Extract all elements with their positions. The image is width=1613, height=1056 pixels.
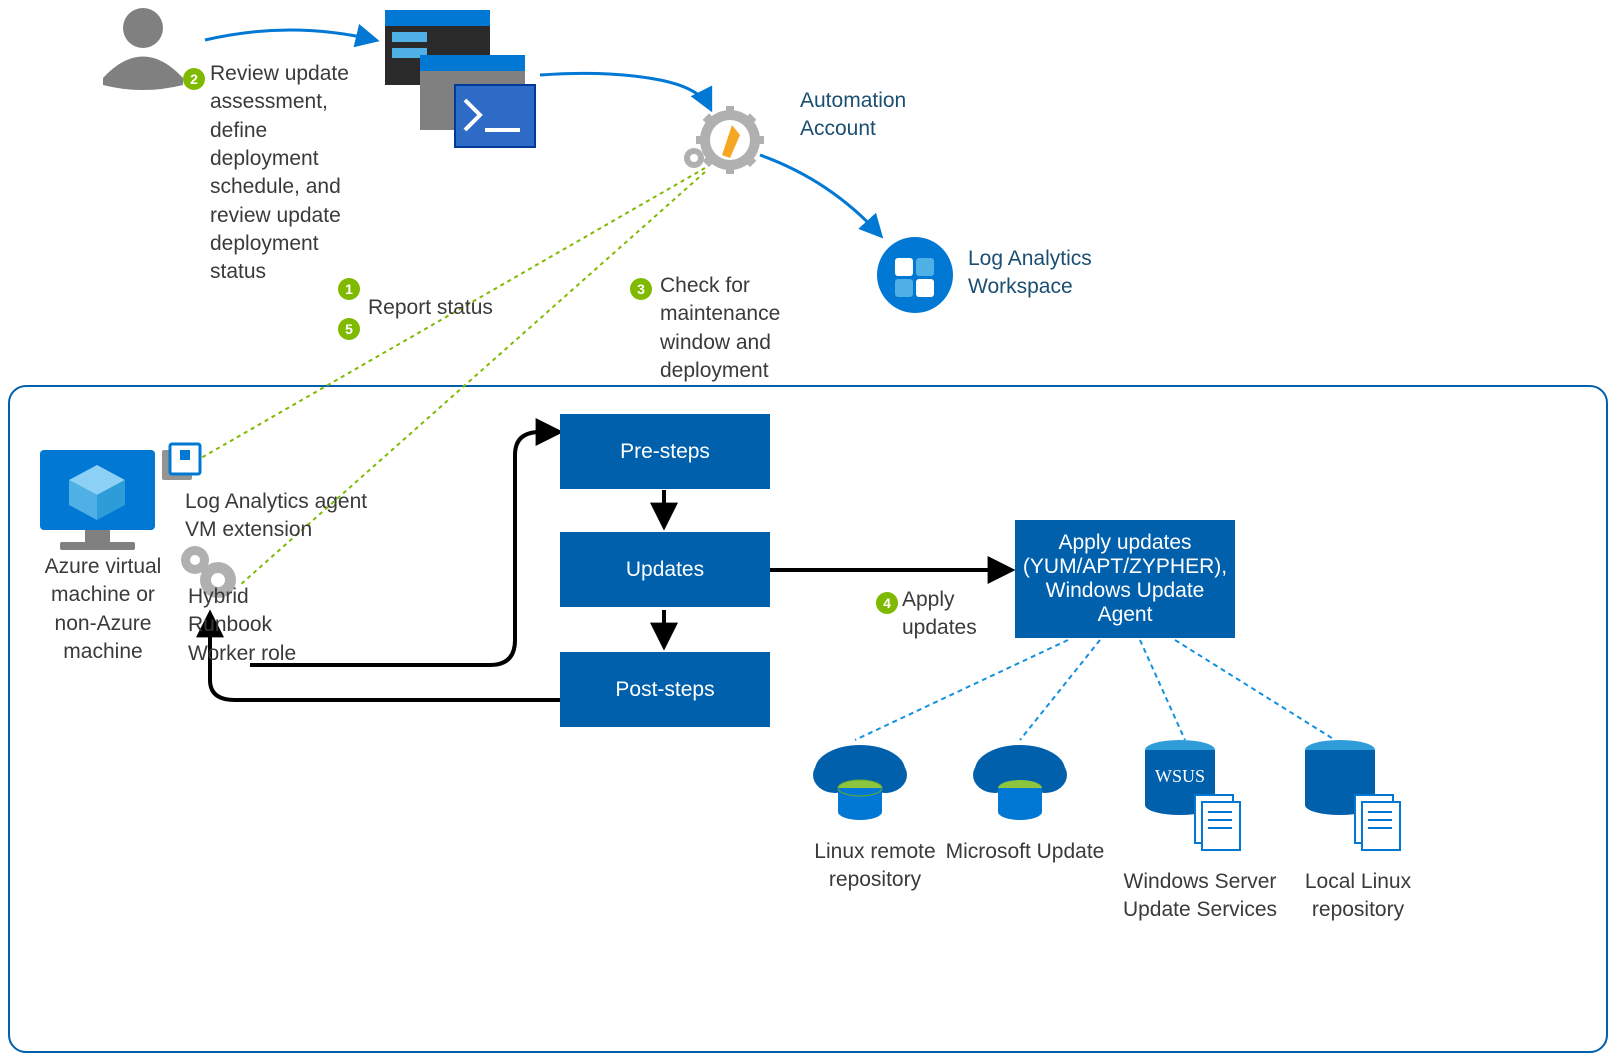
step-badge-2: 2 (183, 68, 205, 90)
step-badge-4: 4 (876, 592, 898, 614)
diagram-canvas: WSUS 2 1 5 3 4 Review update assessment,… (0, 0, 1613, 1056)
apply-updates-box: Apply updates (YUM/APT/ZYPHER), Windows … (1015, 520, 1235, 638)
ms-update-label: Microsoft Update (940, 838, 1110, 866)
cloudshell-icon (420, 55, 535, 147)
step-4-label: Apply updates (902, 586, 1002, 643)
post-steps-box: Post-steps (560, 652, 770, 727)
pre-steps-box: Pre-steps (560, 414, 770, 489)
step-badge-3: 3 (630, 278, 652, 300)
automation-account-icon (684, 106, 764, 174)
step-3-label: Check for maintenance window and deploym… (660, 272, 820, 385)
law-label: Log Analytics Workspace (968, 245, 1118, 302)
portal-icon (385, 10, 490, 85)
vm-label: Azure virtual machine or non-Azure machi… (28, 553, 178, 666)
log-analytics-workspace-icon (877, 237, 953, 313)
step-1-label: Report status (368, 294, 528, 322)
step-2-label: Review update assessment, define deploym… (210, 60, 380, 287)
automation-account-label: Automation Account (800, 87, 930, 144)
updates-box: Updates (560, 532, 770, 607)
user-icon (103, 8, 183, 90)
hrw-label: Hybrid Runbook Worker role (188, 583, 318, 668)
local-linux-label: Local Linux repository (1293, 868, 1423, 925)
machine-environment-box (8, 385, 1608, 1053)
wsus-label: Windows Server Update Services (1115, 868, 1285, 925)
linux-remote-label: Linux remote repository (800, 838, 950, 895)
step-badge-5: 5 (338, 318, 360, 340)
la-agent-label: Log Analytics agent VM extension (185, 488, 395, 545)
